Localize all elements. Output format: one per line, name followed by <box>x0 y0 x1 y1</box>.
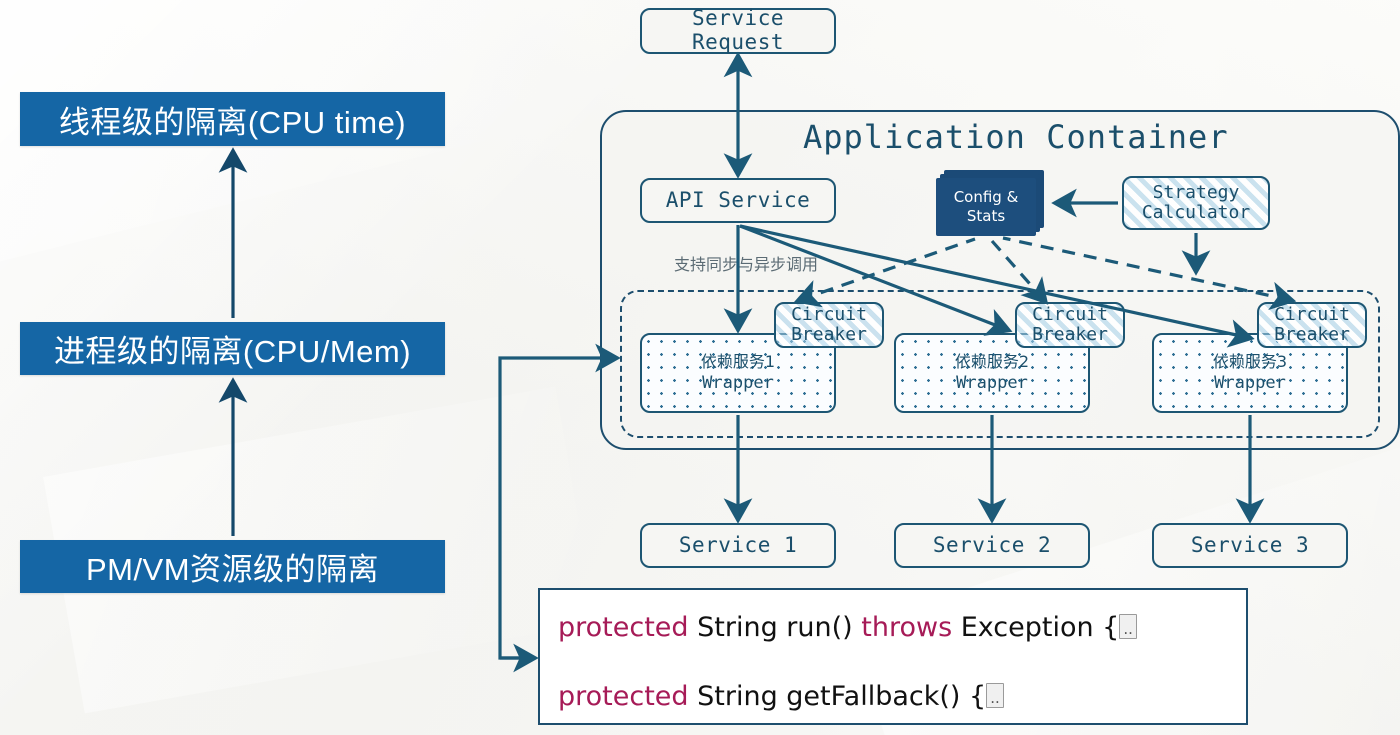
sync-async-note: 支持同步与异步调用 <box>674 255 819 274</box>
wrapper-2-label-cn: 依赖服务2 <box>954 351 1030 371</box>
service-node-3[interactable]: Service 3 <box>1152 523 1348 568</box>
wrapper-1-label-cn: 依赖服务1 <box>700 351 776 371</box>
code-text-1a: String run() <box>688 612 862 643</box>
code-keyword-protected-2: protected <box>558 681 689 712</box>
api-service-node[interactable]: API Service <box>640 178 836 223</box>
strategy-calculator-node[interactable]: Strategy Calculator <box>1122 176 1270 230</box>
diagram-canvas: 线程级的隔离(CPU time) 进程级的隔离(CPU/Mem) PM/VM资源… <box>0 0 1400 735</box>
circuit-breaker-1-line2: Breaker <box>791 324 867 345</box>
service-request-node[interactable]: Service Request <box>640 6 836 54</box>
code-line-2: protected String getFallback() {.. <box>558 681 1246 712</box>
service-request-label: Service Request <box>691 6 784 54</box>
config-stats-label-line2: Stats <box>966 207 1006 225</box>
wrapper-1-label-en: Wrapper <box>702 373 774 393</box>
code-panel: protected String run() throws Exception … <box>538 588 1248 725</box>
strategy-calculator-label-line1: Strategy <box>1152 181 1240 203</box>
isolation-bar-pmvm[interactable]: PM/VM资源级的隔离 <box>20 540 445 593</box>
wrapper-2-label-en: Wrapper <box>956 373 1028 393</box>
wrapper-3-label-en: Wrapper <box>1214 373 1286 393</box>
circuit-breaker-3-line2: Breaker <box>1274 324 1350 345</box>
code-text-1b: Exception { <box>952 612 1120 643</box>
service-node-1[interactable]: Service 1 <box>640 523 836 568</box>
service-1-label: Service 1 <box>678 532 798 557</box>
circuit-breaker-node-3[interactable]: Circuit Breaker <box>1257 302 1367 348</box>
circuit-breaker-node-2[interactable]: Circuit Breaker <box>1015 302 1125 348</box>
code-text-2a: String getFallback() { <box>688 681 987 712</box>
config-stats-sheet-front: Config & Stats <box>936 178 1036 236</box>
isolation-bar-process-label: 进程级的隔离(CPU/Mem) <box>53 334 412 369</box>
service-3-label: Service 3 <box>1190 532 1310 557</box>
isolation-bar-thread-label: 线程级的隔离(CPU time) <box>58 104 407 140</box>
circuit-breaker-node-1[interactable]: Circuit Breaker <box>774 302 884 348</box>
isolation-bar-pmvm-label: PM/VM资源级的隔离 <box>85 552 380 587</box>
wrapper-3-label-cn: 依赖服务3 <box>1212 351 1288 371</box>
isolation-bar-thread[interactable]: 线程级的隔离(CPU time) <box>20 92 445 146</box>
code-line-1: protected String run() throws Exception … <box>558 612 1246 643</box>
isolation-bar-process[interactable]: 进程级的隔离(CPU/Mem) <box>20 322 445 375</box>
service-2-label: Service 2 <box>932 532 1052 557</box>
api-service-label: API Service <box>665 187 811 212</box>
circuit-breaker-2-line1: Circuit <box>1032 303 1108 325</box>
circuit-breaker-2-line2: Breaker <box>1032 324 1108 345</box>
circuit-breaker-3-line1: Circuit <box>1274 303 1350 325</box>
application-container-title: Application Container <box>803 118 1229 156</box>
circuit-breaker-1-line1: Circuit <box>791 303 867 325</box>
config-stats-label-line1: Config & <box>953 188 1019 207</box>
config-stats-node[interactable]: Config & Stats <box>936 170 1048 236</box>
service-node-2[interactable]: Service 2 <box>894 523 1090 568</box>
code-keyword-throws: throws <box>861 612 953 643</box>
code-fold-marker-2[interactable]: .. <box>986 683 1004 708</box>
code-fold-marker-1[interactable]: .. <box>1119 614 1137 639</box>
code-keyword-protected-1: protected <box>558 612 689 643</box>
strategy-calculator-label-line2: Calculator <box>1141 202 1251 223</box>
